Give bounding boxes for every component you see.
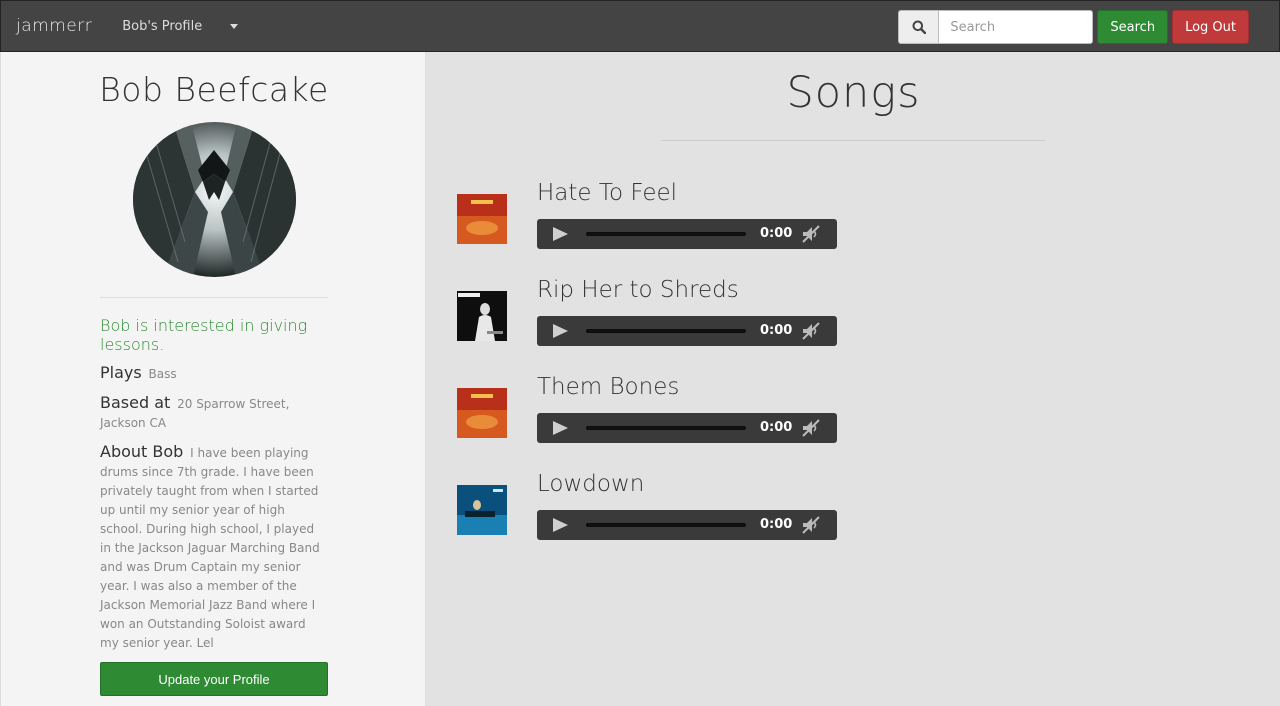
profile-name: Bob Beefcake bbox=[99, 70, 329, 109]
page-title: Songs bbox=[786, 68, 921, 118]
search-button[interactable]: Search bbox=[1097, 10, 1169, 44]
profile-dropdown-label: Bob's Profile bbox=[122, 18, 203, 34]
play-icon[interactable] bbox=[553, 227, 568, 241]
brand-logo[interactable]: jammerr bbox=[16, 16, 92, 36]
plays-info: Plays Bass bbox=[100, 363, 328, 384]
seek-bar[interactable] bbox=[586, 523, 746, 527]
time-display: 0:00 bbox=[760, 517, 793, 532]
volume-muted-icon[interactable] bbox=[801, 225, 821, 243]
volume-muted-icon[interactable] bbox=[801, 419, 821, 437]
seek-bar[interactable] bbox=[586, 232, 746, 236]
avatar bbox=[133, 122, 296, 277]
song-item: Hate To Feel 0:00 bbox=[457, 180, 857, 260]
song-item: Them Bones 0:00 bbox=[457, 374, 857, 454]
volume-muted-icon[interactable] bbox=[801, 516, 821, 534]
profile-dropdown[interactable]: Bob's Profile bbox=[122, 18, 239, 34]
search-input[interactable] bbox=[938, 10, 1094, 44]
nav-actions: Search Log Out bbox=[898, 10, 1249, 44]
song-item: Lowdown 0:00 bbox=[457, 471, 857, 551]
time-display: 0:00 bbox=[760, 420, 793, 435]
songs-panel: Songs Hate To Feel 0:00 Rip Her to Shred… bbox=[427, 52, 1280, 706]
based-label: Based at bbox=[100, 393, 171, 412]
profile-details: Bob is interested in giving lessons. Pla… bbox=[100, 316, 328, 653]
album-art bbox=[457, 388, 507, 438]
lessons-note: Bob is interested in giving lessons. bbox=[100, 316, 308, 354]
chevron-down-icon bbox=[230, 23, 239, 29]
play-icon[interactable] bbox=[553, 421, 568, 435]
navbar: jammerr Bob's Profile Search Log Out bbox=[0, 0, 1280, 52]
logout-button[interactable]: Log Out bbox=[1172, 10, 1249, 44]
album-art bbox=[457, 485, 507, 535]
location-info: Based at 20 Sparrow Street, Jackson CA bbox=[100, 393, 328, 433]
audio-player: 0:00 bbox=[537, 316, 837, 346]
audio-player: 0:00 bbox=[537, 413, 837, 443]
audio-player: 0:00 bbox=[537, 219, 837, 249]
about-value: I have been playing drums since 7th grad… bbox=[100, 446, 320, 650]
about-info: About Bob I have been playing drums sinc… bbox=[100, 442, 328, 653]
search-icon bbox=[898, 10, 939, 44]
song-title: Lowdown bbox=[537, 471, 645, 497]
sidebar-divider bbox=[100, 297, 328, 298]
song-title: Rip Her to Shreds bbox=[537, 277, 739, 303]
profile-sidebar: Bob Beefcake Bob is interested in giving… bbox=[0, 52, 426, 706]
volume-muted-icon[interactable] bbox=[801, 322, 821, 340]
plays-value: Bass bbox=[148, 367, 177, 381]
play-icon[interactable] bbox=[553, 518, 568, 532]
about-label: About Bob bbox=[100, 442, 184, 461]
seek-bar[interactable] bbox=[586, 329, 746, 333]
plays-label: Plays bbox=[100, 363, 142, 382]
song-title: Hate To Feel bbox=[537, 180, 678, 206]
seek-bar[interactable] bbox=[586, 426, 746, 430]
update-profile-button[interactable]: Update your Profile bbox=[100, 662, 328, 696]
song-item: Rip Her to Shreds 0:00 bbox=[457, 277, 857, 357]
time-display: 0:00 bbox=[760, 226, 793, 241]
time-display: 0:00 bbox=[760, 323, 793, 338]
title-divider bbox=[662, 140, 1045, 141]
album-art bbox=[457, 291, 507, 341]
song-title: Them Bones bbox=[537, 374, 680, 400]
play-icon[interactable] bbox=[553, 324, 568, 338]
audio-player: 0:00 bbox=[537, 510, 837, 540]
album-art bbox=[457, 194, 507, 244]
